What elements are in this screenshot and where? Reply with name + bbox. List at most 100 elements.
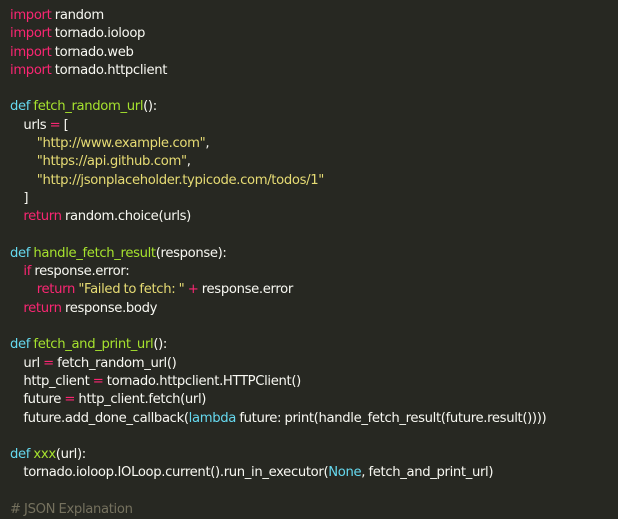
code-token-plain: error (262, 282, 294, 298)
code-token-func: fetch_and_print_url (33, 337, 154, 353)
code-token-def: def (10, 447, 31, 463)
code-token-plain: body (125, 300, 158, 316)
code-token-plain: ioloop (107, 26, 146, 42)
code-line: future = http_client.fetch(url) (10, 391, 618, 409)
code-token-punct: (): (153, 337, 168, 353)
code-token-plain: future (10, 392, 65, 408)
code-token-plain: http_client (75, 392, 145, 408)
code-token-plain: result()))) (487, 410, 547, 426)
code-token-plain: tornado (51, 44, 104, 60)
code-token-plain: tornado (51, 62, 104, 78)
code-line: import tornado.web (10, 44, 618, 62)
code-token-plain: httpclient (107, 62, 168, 78)
code-token-punct: (response): (155, 245, 227, 261)
code-line: def fetch_and_print_url(): (10, 336, 618, 354)
code-token-string: "https://api.github.com" (36, 154, 187, 170)
code-token-plain: http_client (10, 373, 93, 389)
code-token-plain: error: (95, 264, 130, 280)
code-token-string: "http://www.example.com" (36, 136, 206, 152)
code-token-op: + (187, 282, 199, 298)
code-line: "http://www.example.com", (10, 135, 618, 153)
code-line: # JSON Explanation (10, 501, 618, 519)
code-token-def: def (10, 99, 31, 115)
code-line: urls = [ (10, 117, 618, 135)
code-token-keyword: return (23, 209, 62, 225)
code-token-punct: (): (143, 99, 157, 115)
code-token-plain: fetch_random_url() (53, 355, 177, 371)
code-token-plain: add_done_callback( (64, 410, 189, 426)
code-line: url = fetch_random_url() (10, 355, 618, 373)
code-line: def xxx(url): (10, 446, 618, 464)
code-token-plain: fetch(url) (148, 392, 207, 408)
code-token-string: "http://jsonplaceholder.typicode.com/tod… (36, 172, 325, 188)
code-token-punct: [ (60, 117, 69, 133)
code-token-plain: random (61, 209, 114, 225)
code-token-plain: tornado (51, 26, 104, 42)
code-token-keyword: if (23, 264, 31, 280)
code-token-plain: tornado (103, 373, 156, 389)
code-token-plain: httpclient (159, 373, 220, 389)
code-token-punct: (url): (55, 447, 86, 463)
code-token-plain: urls (10, 117, 50, 133)
code-line: "https://api.github.com", (10, 153, 618, 171)
code-token-def: def (10, 245, 31, 261)
code-line: return "Failed to fetch: " + response.er… (10, 281, 618, 299)
code-token-punct: ] (10, 190, 29, 206)
code-token-op: = (92, 373, 104, 389)
code-token-plain: response (61, 300, 123, 316)
code-token-keyword: import (10, 62, 52, 78)
code-token-def: def (10, 337, 31, 353)
code-token-keyword: import (10, 8, 52, 23)
code-line: def fetch_random_url(): (10, 98, 618, 116)
code-token-def: lambda (188, 410, 237, 426)
code-token-string: "Failed to fetch: " (78, 282, 185, 298)
code-token-func: fetch_random_url (33, 99, 144, 115)
code-token-plain: HTTPClient() (222, 373, 301, 389)
code-token-keyword: return (23, 300, 62, 316)
code-token-plain: response (198, 282, 259, 298)
code-token-plain: url (10, 355, 44, 371)
code-line: "http://jsonplaceholder.typicode.com/tod… (10, 172, 618, 190)
code-token-plain: response (30, 264, 92, 280)
code-token-func: xxx (33, 447, 56, 463)
code-token-plain: random (51, 8, 104, 23)
code-token-op: = (64, 392, 76, 408)
code-line: import tornado.ioloop (10, 25, 618, 43)
code-token-keyword: import (10, 44, 52, 60)
code-token-comment: # JSON Explanation (10, 502, 133, 518)
code-token-func: handle_fetch_result (33, 245, 156, 261)
code-line: return random.choice(urls) (10, 208, 618, 226)
code-token-punct: , (186, 154, 191, 170)
code-line: def handle_fetch_result(response): (10, 245, 618, 263)
code-token-plain: choice(urls) (117, 209, 191, 225)
code-line: return response.body (10, 300, 618, 318)
code-token-keyword: return (36, 282, 76, 298)
code-line: import tornado.httpclient (10, 62, 618, 80)
code-line: http_client = tornado.httpclient.HTTPCli… (10, 373, 618, 391)
code-line: if response.error: (10, 263, 618, 281)
code-editor[interactable]: import random import tornado.ioloop import… (10, 7, 618, 517)
code-line: tornado.ioloop.IOLoop.current().run_in_e… (10, 464, 618, 482)
code-line: future.add_done_callback(lambda future: … (10, 410, 618, 428)
code-line: ] (10, 190, 618, 208)
code-token-plain: future (10, 410, 62, 426)
code-token-punct: , (205, 136, 210, 152)
code-token-keyword: import (10, 26, 52, 42)
code-token-plain: future: print(handle_fetch_result(future (236, 410, 484, 426)
code-line: import random (10, 7, 618, 25)
code-token-op: = (49, 117, 61, 133)
code-token-op: = (43, 355, 54, 371)
code-token-plain: web (107, 44, 134, 60)
